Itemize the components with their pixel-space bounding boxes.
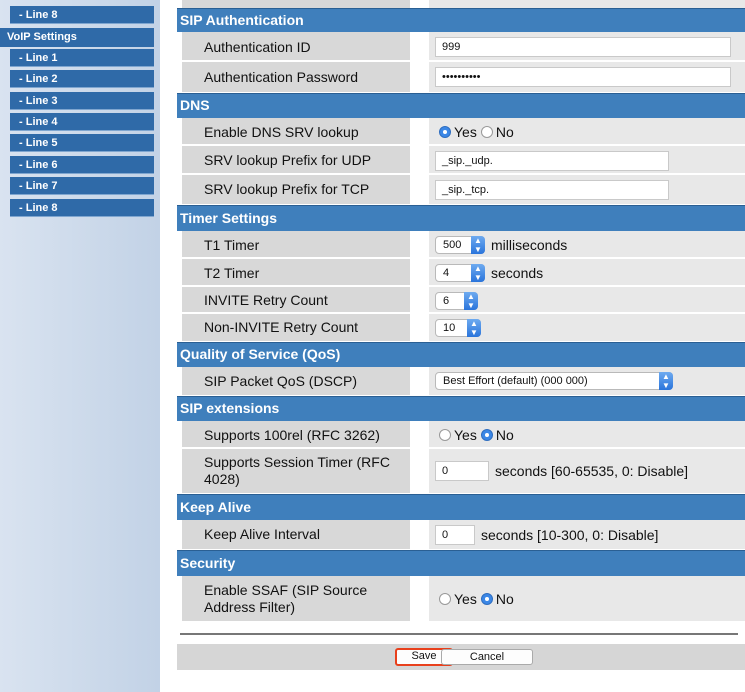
- row-authentication-id: Authentication ID 999: [177, 32, 745, 62]
- sidebar-item-line-8[interactable]: - Line 8: [10, 199, 154, 217]
- row-non-invite-retry: Non-INVITE Retry Count 10 ▲ ▼: [177, 314, 745, 341]
- sip-packet-qos-label: SIP Packet QoS (DSCP): [182, 367, 410, 395]
- section-qos: Quality of Service (QoS): [177, 342, 745, 367]
- ssaf-no-radio[interactable]: [480, 592, 493, 605]
- t2-timer-value: 4: [443, 267, 450, 279]
- invite-retry-value: 6: [443, 294, 450, 307]
- cancel-button[interactable]: Cancel: [441, 649, 533, 665]
- row-enable-ssaf: Enable SSAF (SIP Source Address Filter) …: [177, 576, 745, 621]
- row-srv-prefix-udp: SRV lookup Prefix for UDP _sip._udp.: [177, 146, 745, 175]
- t1-timer-value: 500: [443, 239, 462, 251]
- ssaf-no-label: No: [495, 590, 514, 607]
- session-timer-label: Supports Session Timer (RFC 4028): [182, 449, 410, 493]
- sidebar-item-line-2[interactable]: - Line 2: [10, 70, 154, 88]
- srv-prefix-tcp-label: SRV lookup Prefix for TCP: [182, 175, 410, 204]
- 100rel-yes-label: Yes: [454, 427, 477, 443]
- select-arrows-icon: ▲ ▼: [467, 318, 481, 337]
- t1-timer-unit: milliseconds: [491, 237, 568, 253]
- t1-timer-label: T1 Timer: [182, 231, 410, 259]
- non-invite-retry-select[interactable]: 10 ▲ ▼: [435, 318, 481, 337]
- srv-prefix-udp-input[interactable]: _sip._udp.: [435, 150, 669, 171]
- dns-srv-no-radio[interactable]: [480, 126, 493, 138]
- section-timer-settings: Timer Settings: [177, 205, 745, 231]
- footer-bar: Save Cancel: [177, 644, 745, 670]
- sidebar-item-line-1[interactable]: - Line 1: [10, 49, 154, 67]
- section-dns: DNS: [177, 93, 745, 118]
- sidebar-item-line-8-top[interactable]: - Line 8: [10, 6, 154, 24]
- invite-retry-select[interactable]: 6 ▲ ▼: [435, 291, 478, 310]
- srv-prefix-tcp-input[interactable]: _sip._tcp.: [435, 179, 669, 200]
- authentication-id-label: Authentication ID: [182, 32, 410, 62]
- section-keep-alive: Keep Alive: [177, 494, 745, 520]
- sidebar-item-line-7[interactable]: - Line 7: [10, 177, 154, 195]
- previous-row: [177, 0, 745, 8]
- sidebar-item-line-3[interactable]: - Line 3: [10, 92, 154, 110]
- settings-form: SIP Authentication Authentication ID 999…: [162, 0, 745, 692]
- t1-timer-select[interactable]: 500 ▲ ▼: [435, 236, 485, 254]
- invite-retry-label: INVITE Retry Count: [182, 287, 410, 314]
- sidebar-item-line-5[interactable]: - Line 5: [10, 134, 154, 152]
- dns-srv-yes-label: Yes: [454, 124, 477, 140]
- row-authentication-password: Authentication Password ••••••••••: [177, 62, 745, 92]
- enable-ssaf-label: Enable SSAF (SIP Source Address Filter): [182, 576, 410, 621]
- t2-timer-unit: seconds: [491, 265, 544, 281]
- row-invite-retry: INVITE Retry Count 6 ▲ ▼: [177, 287, 745, 314]
- authentication-password-label: Authentication Password: [182, 62, 410, 92]
- 100rel-no-radio[interactable]: [480, 429, 493, 441]
- sip-packet-qos-value: Best Effort (default) (000 000): [443, 375, 588, 387]
- select-arrows-icon: ▲ ▼: [471, 236, 485, 254]
- dns-srv-yes-radio[interactable]: [439, 126, 451, 138]
- sip-packet-qos-select[interactable]: Best Effort (default) (000 000) ▲ ▼: [435, 372, 673, 390]
- section-sip-authentication: SIP Authentication: [177, 8, 745, 32]
- section-sip-extensions: SIP extensions: [177, 396, 745, 421]
- sidebar-item-line-6[interactable]: - Line 6: [10, 156, 154, 174]
- 100rel-no-label: No: [495, 427, 514, 443]
- session-timer-input[interactable]: 0: [435, 461, 489, 481]
- authentication-password-input[interactable]: ••••••••••: [435, 67, 731, 87]
- footer-divider: [180, 633, 738, 635]
- row-enable-dns-srv: Enable DNS SRV lookup Yes No: [177, 118, 745, 146]
- enable-dns-srv-label: Enable DNS SRV lookup: [182, 118, 410, 146]
- select-arrows-icon: ▲ ▼: [659, 372, 673, 390]
- sidebar-section-voip-settings[interactable]: VoIP Settings: [0, 28, 154, 47]
- ssaf-yes-radio[interactable]: [439, 592, 451, 605]
- supports-100rel-label: Supports 100rel (RFC 3262): [182, 421, 410, 449]
- authentication-id-input[interactable]: 999: [435, 37, 731, 57]
- select-arrows-icon: ▲ ▼: [471, 264, 485, 282]
- srv-prefix-udp-label: SRV lookup Prefix for UDP: [182, 146, 410, 175]
- row-session-timer: Supports Session Timer (RFC 4028) 0 seco…: [177, 449, 745, 493]
- 100rel-yes-radio[interactable]: [439, 429, 451, 441]
- non-invite-retry-value: 10: [443, 321, 456, 334]
- row-keep-alive-interval: Keep Alive Interval 0 seconds [10-300, 0…: [177, 520, 745, 549]
- select-arrows-icon: ▲ ▼: [464, 291, 478, 310]
- row-t2-timer: T2 Timer 4 ▲ ▼ seconds: [177, 259, 745, 287]
- session-timer-unit: seconds [60-65535, 0: Disable]: [495, 463, 689, 479]
- non-invite-retry-label: Non-INVITE Retry Count: [182, 314, 410, 341]
- section-security: Security: [177, 550, 745, 576]
- dns-srv-no-label: No: [495, 124, 514, 140]
- row-srv-prefix-tcp: SRV lookup Prefix for TCP _sip._tcp.: [177, 175, 745, 204]
- keep-alive-interval-label: Keep Alive Interval: [182, 520, 410, 549]
- ssaf-yes-label: Yes: [454, 590, 477, 607]
- t2-timer-label: T2 Timer: [182, 259, 410, 287]
- sidebar: - Line 8 VoIP Settings - Line 1 - Line 2…: [0, 0, 160, 692]
- keep-alive-interval-unit: seconds [10-300, 0: Disable]: [481, 526, 659, 543]
- row-supports-100rel: Supports 100rel (RFC 3262) Yes No: [177, 421, 745, 449]
- keep-alive-interval-input[interactable]: 0: [435, 524, 475, 545]
- sidebar-item-line-4[interactable]: - Line 4: [10, 113, 154, 131]
- t2-timer-select[interactable]: 4 ▲ ▼: [435, 264, 485, 282]
- row-t1-timer: T1 Timer 500 ▲ ▼ milliseconds: [177, 231, 745, 259]
- row-sip-packet-qos: SIP Packet QoS (DSCP) Best Effort (defau…: [177, 367, 745, 395]
